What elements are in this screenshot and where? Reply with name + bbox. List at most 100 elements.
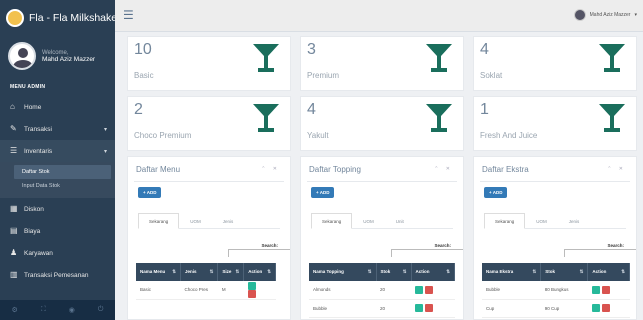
sidebar-item-label: Home (24, 103, 42, 111)
tab-uom[interactable]: UOM (525, 213, 558, 228)
column-header[interactable]: Stok ⇅ (376, 263, 412, 281)
table-row: Bubble 80 Bungkus (482, 281, 630, 300)
user-icon: ♟ (10, 248, 18, 257)
sidebar-item-home[interactable]: ⌂ Home (0, 96, 115, 118)
tile-label: Yakult (307, 131, 329, 140)
home-icon: ⌂ (10, 102, 15, 111)
profile: Welcome, Mahd Aziz Mazzer (0, 36, 115, 80)
panel-tools[interactable]: ⌃ ✕ (607, 166, 626, 172)
delete-button[interactable] (425, 304, 434, 312)
column-header[interactable]: Action ⇅ (243, 263, 276, 281)
tile-label: Soklat (480, 71, 503, 80)
tile-count: 4 (480, 41, 489, 58)
cell-actions (243, 281, 276, 300)
list-icon: ☰ (10, 146, 18, 155)
add-button[interactable]: ADD (484, 187, 508, 198)
cell-actions (587, 299, 630, 318)
edit-button[interactable] (591, 285, 600, 294)
lock-icon[interactable]: ◉ (69, 306, 75, 314)
edit-button[interactable] (415, 285, 424, 294)
cocktail-glass-icon (425, 43, 453, 73)
profile-name: Mahd Aziz Mazzer (42, 55, 96, 63)
search-input[interactable] (564, 249, 636, 257)
edit-button[interactable] (591, 304, 600, 312)
tab-bar: Sekarang UOM Jenis (484, 213, 626, 229)
tab-sekarang[interactable]: Sekarang (484, 213, 526, 229)
sidebar-item-biaya[interactable]: ▤ Biaya (0, 220, 115, 242)
logout-icon[interactable]: ⏻ (98, 306, 104, 314)
cocktail-glass-icon (425, 103, 453, 133)
app-title: Fla - Fla Milkshake (29, 12, 118, 24)
tile-label: Premium (307, 71, 340, 80)
chevron-down-icon: ▾ (103, 126, 107, 133)
tab-jenis[interactable]: Jenis (212, 213, 245, 228)
cell-name: Bubble (482, 281, 541, 300)
menu-toggle-icon[interactable]: ☰ (123, 8, 134, 22)
tab-sekarang[interactable]: Sekarang (311, 213, 353, 229)
topping-table: Nama Topping ⇅ Stok ⇅ Action ⇅ Almonds 20 B… (309, 263, 456, 318)
column-header[interactable]: Size ⇅ (217, 263, 245, 281)
cell-name: Basic (136, 281, 181, 300)
sidebar-item-inventaris[interactable]: ☰ Inventaris ▾ (0, 140, 115, 162)
sidebar-footer: ⚙ ⛶ ◉ ⏻ (0, 300, 115, 320)
column-header[interactable]: Nama Menu ⇅ (136, 263, 182, 281)
sidebar-item-label: Inventaris (24, 147, 53, 155)
panel-title: Daftar Menu (136, 165, 181, 174)
column-header[interactable]: Action ⇅ (587, 263, 630, 281)
edit-button[interactable] (247, 281, 256, 290)
panel-title: Daftar Ekstra (482, 165, 529, 174)
column-header[interactable]: Stok ⇅ (540, 263, 589, 281)
ekstra-table: Nama Ekstra ⇅ Stok ⇅ Action ⇅ Bubble 80 Bun… (482, 263, 630, 318)
search-label: Search: (434, 243, 451, 248)
column-header[interactable]: Jenis ⇅ (180, 263, 219, 281)
sidebar-subitem-input-stok[interactable]: Input Data Stok (0, 179, 115, 193)
sidebar-item-diskon[interactable]: ▦ Diskon (0, 198, 115, 220)
fullscreen-icon[interactable]: ⛶ (41, 306, 46, 314)
tab-unit[interactable]: Unit (385, 213, 415, 228)
tile-label: Choco Premium (134, 131, 192, 140)
user-avatar (573, 9, 586, 21)
cell-stok: 20 (376, 299, 412, 318)
sidebar-item-transaksi-pemesanan[interactable]: ▥ Transaksi Pemesanan (0, 264, 115, 286)
panel-tools[interactable]: ⌃ ✕ (434, 166, 453, 172)
cocktail-glass-icon (252, 43, 280, 73)
panel-daftar-ekstra: Daftar Ekstra ⌃ ✕ ADD Sekarang UOM Jenis… (473, 156, 637, 320)
user-name: Mahd Aziz Mazzer (589, 12, 631, 18)
user-menu[interactable]: Mahd Aziz Mazzer ▾ (573, 9, 637, 21)
panel-tools[interactable]: ⌃ ✕ (261, 166, 280, 172)
edit-button[interactable] (415, 304, 424, 312)
column-header[interactable]: Nama Topping ⇅ (309, 263, 377, 281)
search-input[interactable] (228, 249, 290, 257)
tab-sekarang[interactable]: Sekarang (138, 213, 180, 229)
delete-button[interactable] (601, 285, 610, 294)
brand-logo (6, 9, 24, 27)
brand[interactable]: Fla - Fla Milkshake (0, 0, 118, 36)
delete-button[interactable] (425, 285, 434, 294)
cell-name: Bubble (309, 299, 377, 318)
add-button[interactable]: ADD (311, 187, 335, 198)
column-header[interactable]: Nama Ekstra ⇅ (482, 263, 542, 281)
settings-icon[interactable]: ⚙ (12, 306, 18, 314)
sidebar-subitem-daftar-stok[interactable]: Daftar Stok (14, 165, 111, 179)
add-button[interactable]: ADD (138, 187, 162, 198)
sidebar-item-label: Karyawan (24, 249, 53, 257)
edit-icon: ✎ (10, 124, 17, 133)
panel-daftar-menu: Daftar Menu ⌃ ✕ ADD Sekarang UOM Jenis S… (127, 156, 291, 320)
cell-jenis: Choco Pres (180, 281, 218, 300)
tab-uom[interactable]: UOM (179, 213, 212, 228)
column-header[interactable]: Action ⇅ (411, 263, 456, 281)
table-row: Almonds 20 (309, 281, 455, 300)
tile-count: 2 (134, 101, 143, 118)
delete-button[interactable] (247, 289, 256, 298)
sidebar-item-transaksi[interactable]: ✎ Transaksi ▾ (0, 118, 115, 140)
tab-jenis[interactable]: Jenis (558, 213, 591, 228)
search-input[interactable] (391, 249, 463, 257)
delete-button[interactable] (601, 304, 610, 312)
cell-actions (411, 299, 455, 318)
stat-tile: 4 Soklat (473, 36, 637, 91)
stat-tile: 4 Yakult (300, 96, 464, 151)
tab-uom[interactable]: UOM (352, 213, 385, 228)
panel-daftar-topping: Daftar Topping ⌃ ✕ ADD Sekarang UOM Unit… (300, 156, 464, 320)
sidebar-item-karyawan[interactable]: ♟ Karyawan (0, 242, 115, 264)
sidebar-item-label: Diskon (24, 205, 44, 213)
